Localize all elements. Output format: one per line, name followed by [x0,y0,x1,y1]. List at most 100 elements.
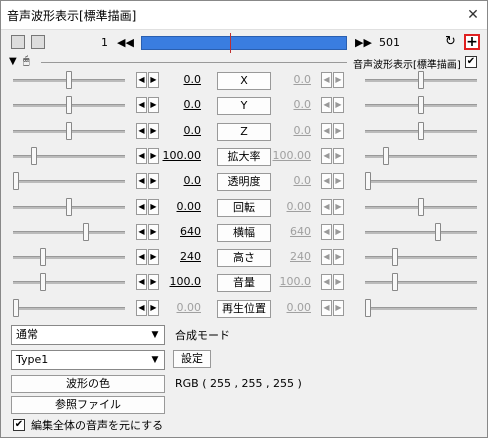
right-slider-track[interactable] [365,281,477,284]
waveform-color-button[interactable]: 波形の色 [11,375,165,393]
left-increment-button[interactable]: ▶ [148,97,159,113]
left-value[interactable]: 0.0 [161,98,202,111]
left-value[interactable]: 640 [161,225,201,238]
left-value[interactable]: 0.0 [161,174,202,187]
refresh-icon[interactable]: ↻ [445,34,456,49]
left-slider-track[interactable] [13,231,125,234]
right-decrement-button[interactable]: ◀ [321,97,332,113]
right-increment-button[interactable]: ▶ [333,300,344,316]
right-slider-thumb[interactable] [418,198,424,216]
param-button[interactable]: 音量 [217,274,271,292]
right-slider-track[interactable] [365,155,477,158]
param-button[interactable]: 回転 [217,199,271,217]
right-decrement-button[interactable]: ◀ [321,274,332,290]
type-select[interactable]: Type1 ▼ [11,350,165,370]
param-button[interactable]: X [217,72,271,90]
left-slider-thumb[interactable] [66,96,72,114]
right-value[interactable]: 0.0 [271,73,312,86]
left-value[interactable]: 100.0 [161,275,202,288]
param-button[interactable]: 横幅 [217,224,271,242]
right-decrement-button[interactable]: ◀ [321,199,332,215]
left-value[interactable]: 0.00 [161,200,202,213]
left-slider-thumb[interactable] [66,122,72,140]
left-slider-thumb[interactable] [31,147,37,165]
left-decrement-button[interactable]: ◀ [136,199,147,215]
right-slider-track[interactable] [365,231,477,234]
left-slider-thumb[interactable] [83,223,89,241]
right-increment-button[interactable]: ▶ [333,274,344,290]
right-slider-thumb[interactable] [418,96,424,114]
left-decrement-button[interactable]: ◀ [136,173,147,189]
right-value[interactable]: 640 [271,225,311,238]
right-value[interactable]: 100.0 [271,275,312,288]
right-increment-button[interactable]: ▶ [333,148,344,164]
right-slider-thumb[interactable] [365,299,371,317]
param-button[interactable]: 拡大率 [217,148,271,166]
close-button[interactable]: ✕ [463,5,483,25]
left-slider-track[interactable] [13,155,125,158]
add-filter-button[interactable]: + [464,34,480,50]
left-decrement-button[interactable]: ◀ [136,249,147,265]
right-increment-button[interactable]: ▶ [333,173,344,189]
reference-file-button[interactable]: 参照ファイル [11,396,165,414]
right-slider-thumb[interactable] [365,172,371,190]
left-slider-thumb[interactable] [13,299,19,317]
left-increment-button[interactable]: ▶ [148,199,159,215]
right-increment-button[interactable]: ▶ [333,72,344,88]
seek-end-button[interactable]: ▶▶ [355,36,372,50]
left-value[interactable]: 0.00 [161,301,202,314]
right-increment-button[interactable]: ▶ [333,123,344,139]
blend-mode-select[interactable]: 通常 ▼ [11,325,165,345]
param-button[interactable]: 高さ [217,249,271,267]
right-decrement-button[interactable]: ◀ [321,300,332,316]
filter-enabled-checkbox[interactable]: ✔ [465,56,477,68]
right-value[interactable]: 0.0 [271,98,312,111]
left-decrement-button[interactable]: ◀ [136,274,147,290]
left-slider-track[interactable] [13,281,125,284]
right-value[interactable]: 0.0 [271,124,312,137]
left-value[interactable]: 240 [161,250,201,263]
timeline-bar[interactable] [141,33,347,53]
right-value[interactable]: 0.00 [271,301,312,314]
right-increment-button[interactable]: ▶ [333,199,344,215]
seek-start-button[interactable]: ◀◀ [117,36,134,50]
right-slider-track[interactable] [365,256,477,259]
left-value[interactable]: 100.00 [161,149,202,162]
playhead[interactable] [230,33,231,53]
right-decrement-button[interactable]: ◀ [321,123,332,139]
right-slider-thumb[interactable] [418,122,424,140]
left-increment-button[interactable]: ▶ [148,123,159,139]
param-button[interactable]: 透明度 [217,173,271,191]
left-slider-thumb[interactable] [13,172,19,190]
left-slider-thumb[interactable] [40,248,46,266]
right-decrement-button[interactable]: ◀ [321,173,332,189]
param-button[interactable]: Z [217,123,271,141]
right-value[interactable]: 0.0 [271,174,312,187]
left-slider-track[interactable] [13,256,125,259]
left-slider-track[interactable] [13,307,125,310]
right-decrement-button[interactable]: ◀ [321,148,332,164]
right-decrement-button[interactable]: ◀ [321,224,332,240]
right-value[interactable]: 240 [271,250,311,263]
whole-audio-checkbox[interactable]: ✔ [13,419,25,431]
left-increment-button[interactable]: ▶ [148,300,159,316]
collapse-icon[interactable]: ▼ [9,56,17,67]
right-value[interactable]: 100.00 [271,149,312,162]
left-slider-thumb[interactable] [66,198,72,216]
left-increment-button[interactable]: ▶ [148,249,159,265]
left-increment-button[interactable]: ▶ [148,173,159,189]
left-slider-thumb[interactable] [66,71,72,89]
left-value[interactable]: 0.0 [161,73,202,86]
right-slider-thumb[interactable] [392,248,398,266]
param-button[interactable]: Y [217,97,271,115]
left-increment-button[interactable]: ▶ [148,224,159,240]
left-slider-track[interactable] [13,180,125,183]
left-increment-button[interactable]: ▶ [148,72,159,88]
left-decrement-button[interactable]: ◀ [136,72,147,88]
right-slider-track[interactable] [365,180,477,183]
right-slider-thumb[interactable] [435,223,441,241]
right-value[interactable]: 0.00 [271,200,312,213]
right-increment-button[interactable]: ▶ [333,97,344,113]
left-decrement-button[interactable]: ◀ [136,97,147,113]
right-slider-thumb[interactable] [418,71,424,89]
